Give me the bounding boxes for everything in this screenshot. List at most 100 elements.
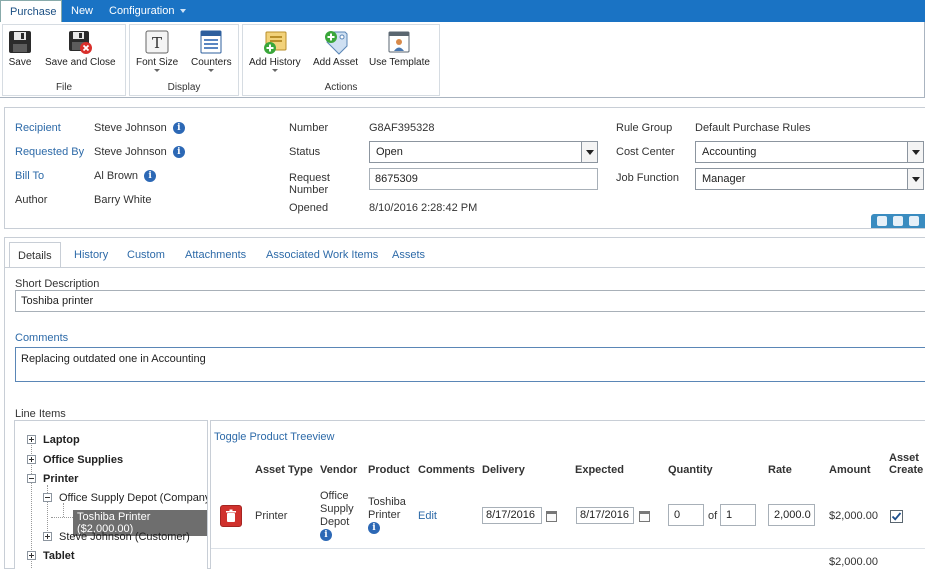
header-info-panel: Recipient Steve Johnson i Requested By St… <box>4 107 925 229</box>
ribbon: Save Save and Close File T Font Size Cou… <box>0 22 925 98</box>
info-icon[interactable]: i <box>368 522 380 535</box>
calendar-icon[interactable] <box>639 511 650 522</box>
info-icon[interactable]: i <box>172 146 185 159</box>
request-number-label-line2: Number <box>289 184 329 196</box>
line-items-grid: Toggle Product Treeview Asset Type Vendo… <box>210 420 925 569</box>
request-number-input[interactable]: 8675309 <box>369 168 598 190</box>
expand-icon[interactable] <box>27 551 36 560</box>
add-history-label: Add History <box>249 57 301 68</box>
tree-node-steve-johnson[interactable]: Steve Johnson (Customer) <box>59 531 190 543</box>
quantity-of-label: of <box>708 510 718 522</box>
comments-textarea[interactable]: Replacing outdated one in Accounting <box>15 347 925 382</box>
tab-configuration[interactable]: Configuration <box>100 0 195 22</box>
column-asset-type: Asset Type <box>255 464 313 476</box>
briefcase-icon[interactable] <box>893 216 903 226</box>
job-function-select[interactable]: Manager <box>695 168 924 190</box>
column-amount: Amount <box>829 464 871 476</box>
tab-associated-work-items[interactable]: Associated Work Items <box>258 242 386 268</box>
toggle-product-treeview-link[interactable]: Toggle Product Treeview <box>214 431 334 443</box>
tab-new[interactable]: New <box>62 0 102 22</box>
font-size-button[interactable]: T Font Size <box>136 29 178 72</box>
line-items-total: $2,000.00 <box>829 556 878 568</box>
job-function-select-value: Manager <box>702 173 746 185</box>
requested-by-name: Steve Johnson <box>94 146 167 158</box>
opened-value: 8/10/2016 2:28:42 PM <box>369 202 478 214</box>
chevron-down-icon[interactable] <box>581 142 597 162</box>
tree-node-tablet[interactable]: Tablet <box>43 550 75 562</box>
quantity-received-input[interactable]: 0 <box>668 504 704 526</box>
save-and-close-label: Save and Close <box>45 57 116 68</box>
info-icon[interactable]: i <box>144 170 157 183</box>
rule-group-label: Rule Group <box>616 122 673 134</box>
column-comments: Comments <box>418 464 475 476</box>
counters-icon <box>200 30 222 54</box>
rate-input[interactable]: 2,000.0 <box>768 504 815 526</box>
ribbon-group-display-label: Display <box>167 82 201 93</box>
asset-create-checkbox[interactable] <box>890 510 903 523</box>
counters-button[interactable]: Counters <box>191 29 232 72</box>
ribbon-group-file: Save Save and Close File <box>2 24 126 96</box>
add-asset-icon <box>324 31 348 55</box>
tree-node-printer[interactable]: Printer <box>43 473 78 485</box>
requested-by-label[interactable]: Requested By <box>15 146 84 158</box>
expected-date-input[interactable]: 8/17/2016 <box>576 507 634 524</box>
delete-line-button[interactable] <box>220 505 242 527</box>
edit-comments-link[interactable]: Edit <box>418 510 437 522</box>
use-template-label: Use Template <box>369 57 430 68</box>
add-asset-button[interactable]: Add Asset <box>313 29 358 68</box>
cell-product-line2: Printer <box>368 509 401 521</box>
tag-icon[interactable] <box>909 216 919 226</box>
attachment-icon[interactable] <box>877 216 887 226</box>
chevron-down-icon[interactable] <box>907 142 923 162</box>
use-template-button[interactable]: Use Template <box>369 29 430 68</box>
chevron-down-icon[interactable] <box>907 169 923 189</box>
cell-vendor: Office Supply Depot i <box>320 490 354 542</box>
cost-center-select[interactable]: Accounting <box>695 141 924 163</box>
info-icon[interactable]: i <box>172 122 185 135</box>
expand-icon[interactable] <box>27 455 36 464</box>
opened-label: Opened <box>289 202 329 214</box>
quantity-total-input[interactable]: 1 <box>720 504 756 526</box>
expand-icon[interactable] <box>43 532 52 541</box>
tab-purchase[interactable]: Purchase <box>0 0 62 22</box>
expand-icon[interactable] <box>27 435 36 444</box>
tree-node-office-supply-depot[interactable]: Office Supply Depot (Company) <box>59 492 207 504</box>
author-value: Barry White <box>94 194 152 206</box>
status-select[interactable]: Open <box>369 141 598 163</box>
tab-assets[interactable]: Assets <box>384 242 433 268</box>
tab-custom[interactable]: Custom <box>119 242 173 268</box>
recipient-label[interactable]: Recipient <box>15 122 61 134</box>
delivery-date-input[interactable]: 8/17/2016 <box>482 507 542 524</box>
tab-attachments[interactable]: Attachments <box>177 242 254 268</box>
short-description-input[interactable]: Toshiba printer <box>15 290 925 312</box>
tree-node-laptop[interactable]: Laptop <box>43 434 80 446</box>
status-select-value: Open <box>376 146 403 158</box>
tab-details[interactable]: Details <box>9 242 61 268</box>
chevron-down-icon <box>180 9 187 14</box>
calendar-icon[interactable] <box>546 511 557 522</box>
collapse-icon[interactable] <box>43 493 52 502</box>
font-size-icon: T <box>145 30 169 54</box>
column-asset-create-line2: Create <box>889 464 924 476</box>
ribbon-group-actions-label: Actions <box>324 82 358 93</box>
counters-label: Counters <box>191 57 232 68</box>
trash-icon <box>226 509 236 522</box>
collapse-icon[interactable] <box>27 474 36 483</box>
bill-to-label[interactable]: Bill To <box>15 170 44 182</box>
add-history-button[interactable]: Add History <box>249 29 301 72</box>
chevron-down-icon <box>208 69 215 72</box>
number-value: G8AF395328 <box>369 122 435 134</box>
tree-node-office-supplies[interactable]: Office Supplies <box>43 454 123 466</box>
column-delivery: Delivery <box>482 464 525 476</box>
tree-connector <box>51 517 73 518</box>
info-icon[interactable]: i <box>320 529 332 542</box>
column-expected: Expected <box>575 464 624 476</box>
add-history-icon <box>263 31 287 54</box>
column-asset-create: Asset Create <box>889 452 923 476</box>
save-button[interactable]: Save <box>7 29 33 68</box>
cell-vendor-line3: Depot <box>320 516 350 528</box>
cell-vendor-line2: Supply <box>320 503 354 515</box>
save-and-close-button[interactable]: Save and Close <box>45 29 116 68</box>
tab-history[interactable]: History <box>66 242 116 268</box>
recipient-name: Steve Johnson <box>94 122 167 134</box>
